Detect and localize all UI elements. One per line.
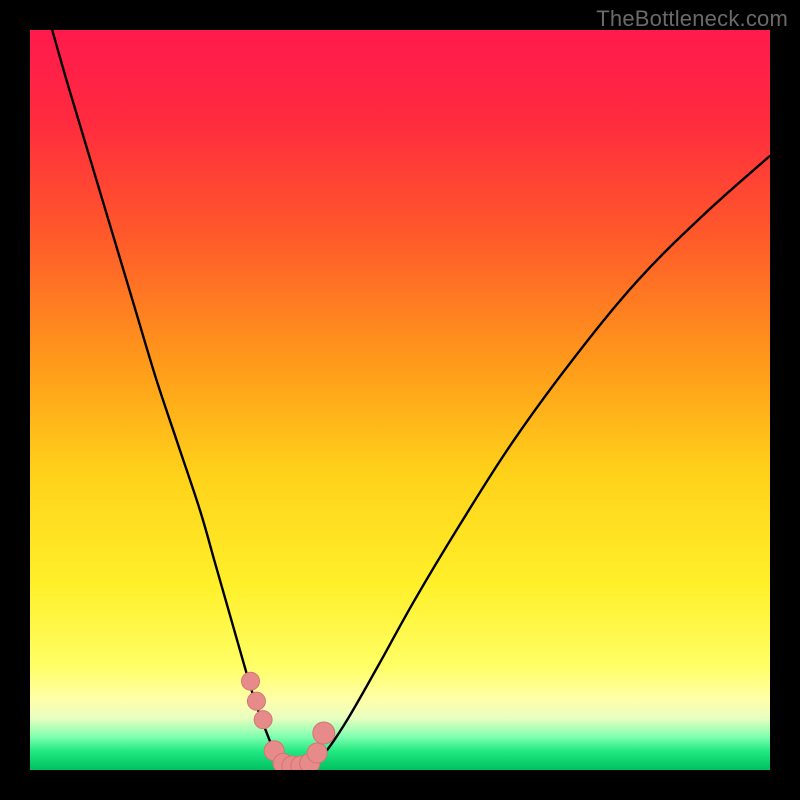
curve-right bbox=[311, 156, 770, 767]
marker-group bbox=[242, 672, 335, 770]
bottleneck-marker bbox=[247, 692, 265, 710]
curve-left bbox=[52, 30, 281, 766]
bottleneck-marker bbox=[254, 711, 272, 729]
curves-layer bbox=[30, 30, 770, 770]
outer-frame: TheBottleneck.com bbox=[0, 0, 800, 800]
watermark-text: TheBottleneck.com bbox=[596, 6, 788, 32]
bottleneck-marker bbox=[313, 722, 335, 744]
plot-area bbox=[30, 30, 770, 770]
bottleneck-marker bbox=[242, 672, 260, 690]
bottleneck-marker bbox=[307, 743, 327, 763]
